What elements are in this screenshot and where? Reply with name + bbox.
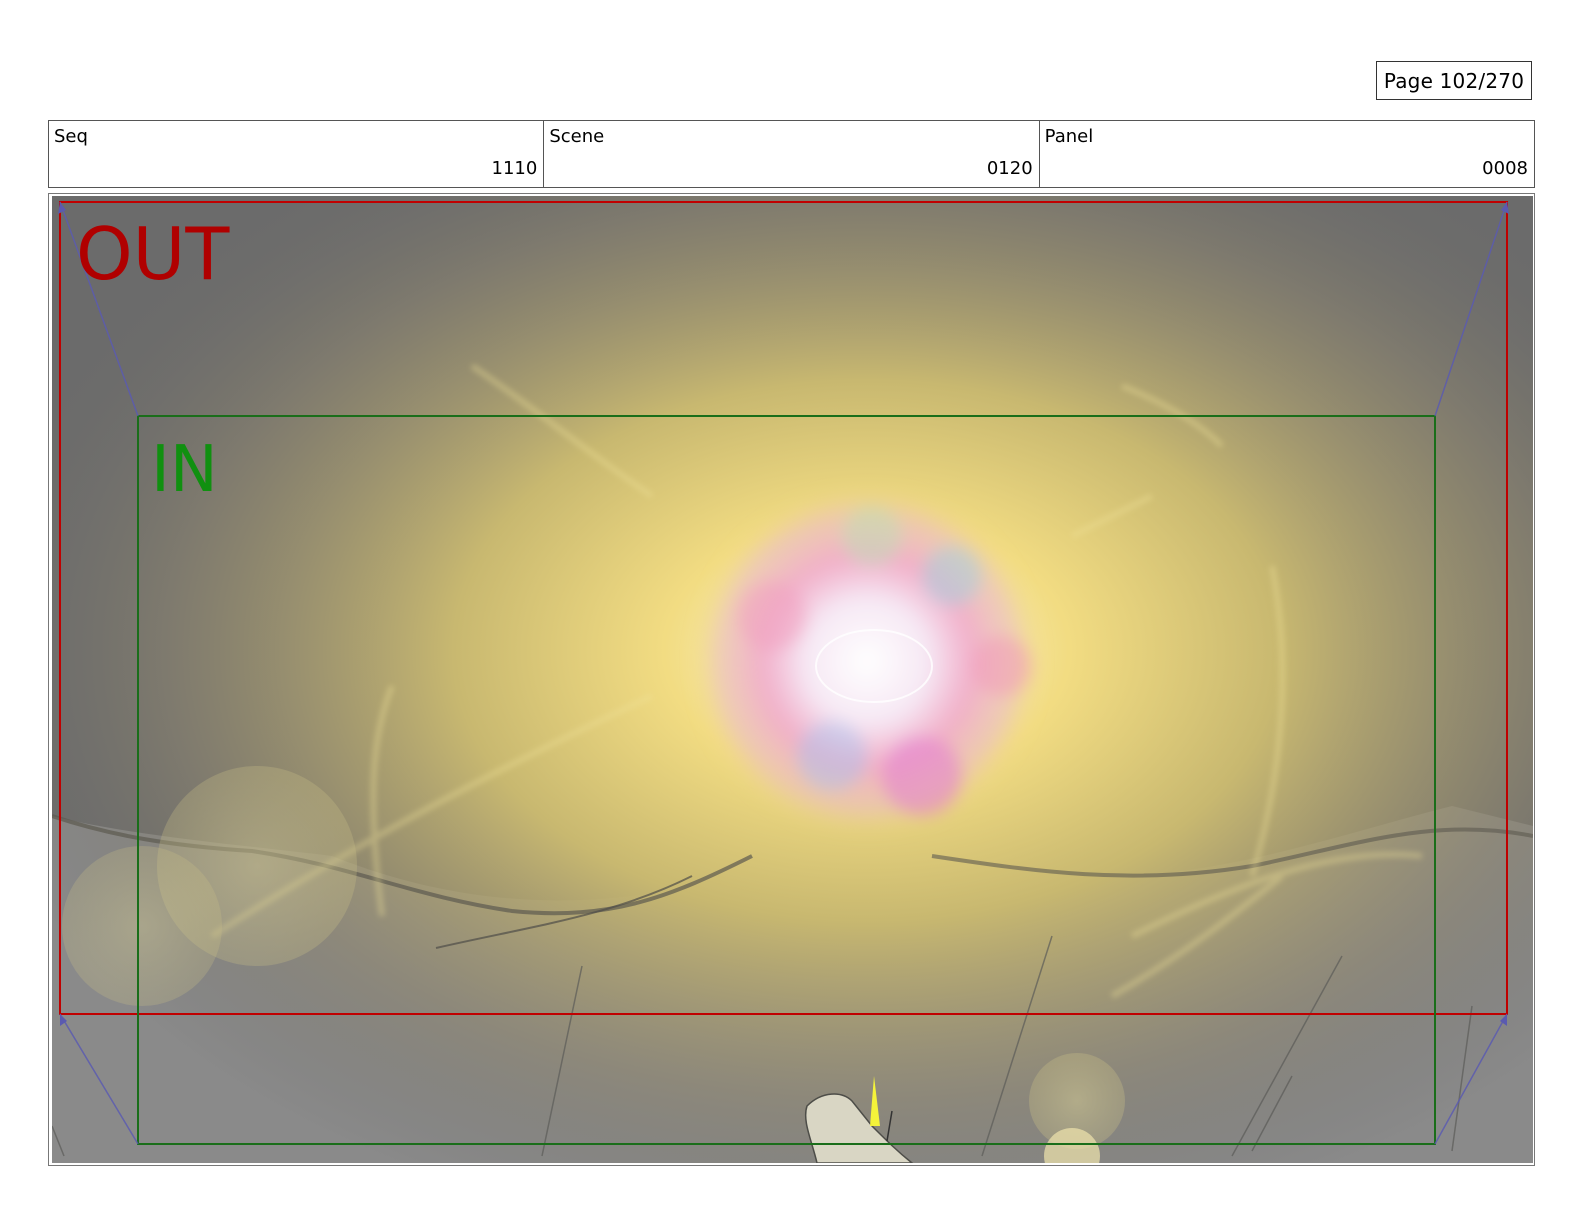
panel-cell: Panel 0008 [1040, 121, 1534, 187]
page-number: Page 102/270 [1376, 61, 1532, 100]
panel-label: Panel [1044, 126, 1094, 147]
seq-cell: Seq 1110 [49, 121, 545, 187]
shot-info-table: Seq 1110 Scene 0120 Panel 0008 [48, 120, 1535, 188]
scene-cell: Scene 0120 [544, 121, 1040, 187]
seq-label: Seq [54, 126, 88, 147]
in-frame-label: IN [151, 433, 218, 507]
out-frame-label: OUT [76, 212, 230, 296]
scene-label: Scene [549, 126, 605, 147]
storyboard-panel-image: OUT IN [52, 196, 1533, 1163]
seq-value: 1110 [491, 158, 538, 179]
panel-drawing [52, 196, 1533, 1163]
panel-value: 0008 [1482, 158, 1528, 179]
scene-value: 0120 [986, 158, 1033, 179]
